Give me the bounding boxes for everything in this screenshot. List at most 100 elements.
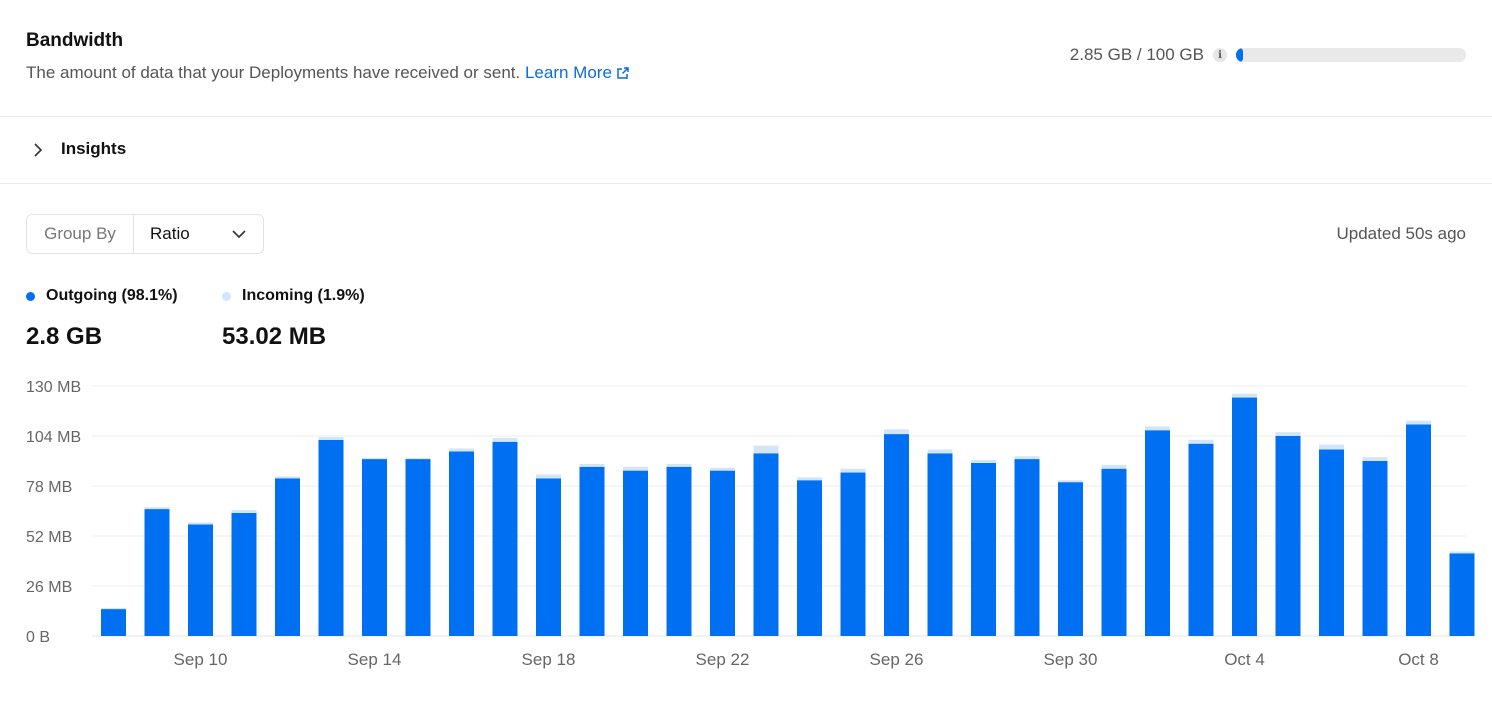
group-by-select[interactable]: Ratio <box>134 215 263 253</box>
y-tick-label: 78 MB <box>26 479 72 496</box>
y-tick-label: 130 MB <box>26 379 81 396</box>
insights-label: Insights <box>61 139 127 158</box>
y-tick-label: 0 B <box>26 629 50 646</box>
outgoing-label: Outgoing (98.1%) <box>46 287 178 304</box>
bar-incoming <box>405 458 431 460</box>
chevron-right-icon <box>34 143 43 157</box>
bar-incoming <box>666 463 692 467</box>
bar-incoming <box>1101 464 1127 469</box>
bar-outgoing <box>753 453 779 636</box>
external-link-icon <box>617 67 629 79</box>
bar-incoming <box>579 463 605 467</box>
x-tick-label: Oct 8 <box>1398 650 1439 669</box>
x-tick-label: Sep 26 <box>870 650 924 669</box>
bar-outgoing <box>362 459 387 636</box>
bar-outgoing <box>579 466 605 636</box>
bar-outgoing <box>840 472 866 636</box>
bar-outgoing <box>1188 443 1214 636</box>
learn-more-link[interactable]: Learn More <box>525 63 630 82</box>
bar-outgoing <box>318 439 344 636</box>
bar-incoming <box>1362 457 1388 461</box>
incoming-dot-icon <box>222 291 231 301</box>
info-icon[interactable]: i <box>1213 48 1227 62</box>
bar-incoming <box>884 429 909 435</box>
bar-incoming <box>971 460 996 463</box>
updated-timestamp: Updated 50s ago <box>1336 224 1467 243</box>
bar-outgoing <box>492 441 518 636</box>
bar-incoming <box>1014 456 1040 460</box>
y-tick-label: 26 MB <box>26 579 72 596</box>
usage-progress-fill <box>1236 48 1243 62</box>
bar-incoming <box>318 436 344 440</box>
usage-progress-bar <box>1236 48 1466 62</box>
bar-incoming <box>753 445 779 454</box>
bar-incoming <box>1232 393 1257 398</box>
bar-incoming <box>623 466 648 471</box>
bar-outgoing <box>1014 459 1040 636</box>
chevron-down-icon <box>232 230 246 239</box>
group-by-label: Group By <box>27 215 134 253</box>
x-tick-label: Sep 14 <box>348 650 402 669</box>
bar-outgoing <box>1406 424 1431 636</box>
bar-outgoing <box>1362 461 1388 636</box>
bar-outgoing <box>1275 436 1301 636</box>
bar-outgoing <box>797 480 822 636</box>
group-by-control: Group By Ratio <box>26 214 264 254</box>
x-tick-label: Sep 30 <box>1044 650 1098 669</box>
bar-outgoing <box>666 466 692 636</box>
bar-outgoing <box>144 509 170 636</box>
bar-incoming <box>101 608 126 610</box>
bar-incoming <box>188 522 213 525</box>
bar-outgoing <box>275 478 300 636</box>
bar-incoming <box>1145 426 1170 431</box>
bar-outgoing <box>971 462 996 636</box>
y-tick-label: 104 MB <box>26 429 81 446</box>
bar-incoming <box>927 449 953 454</box>
bar-incoming <box>1449 551 1475 554</box>
x-tick-label: Sep 10 <box>174 650 228 669</box>
bar-incoming <box>1319 444 1344 450</box>
bar-outgoing <box>1058 482 1083 636</box>
bar-outgoing <box>710 470 735 636</box>
bar-outgoing <box>1232 397 1257 636</box>
bar-outgoing <box>1449 553 1475 636</box>
bandwidth-description: The amount of data that your Deployments… <box>26 63 630 83</box>
bar-incoming <box>275 476 300 479</box>
bar-outgoing <box>927 453 953 636</box>
bar-incoming <box>1406 420 1431 425</box>
bar-incoming <box>144 507 170 510</box>
learn-more-label: Learn More <box>524 63 612 82</box>
x-tick-label: Sep 22 <box>696 650 750 669</box>
bar-incoming <box>231 510 257 513</box>
legend-incoming: Incoming (1.9%) 53.02 MB <box>222 287 365 351</box>
bar-outgoing <box>101 609 126 636</box>
bar-incoming <box>492 437 518 442</box>
incoming-label: Incoming (1.9%) <box>242 287 365 304</box>
bandwidth-chart: 0 B 26 MB 52 MB 78 MB 104 MB 130 MB Sep 10 Sep … <box>26 379 1475 669</box>
x-tick-label: Oct 4 <box>1224 650 1265 669</box>
x-tick-label: Sep 18 <box>522 650 576 669</box>
bar-outgoing <box>1101 468 1127 636</box>
bar-incoming <box>797 477 822 481</box>
bar-incoming <box>362 458 387 460</box>
bar-outgoing <box>1145 430 1170 636</box>
bar-outgoing <box>884 434 909 636</box>
y-tick-label: 52 MB <box>26 529 72 546</box>
group-by-value: Ratio <box>150 224 190 243</box>
bandwidth-header: Bandwidth The amount of data that your D… <box>0 0 1492 117</box>
page-title: Bandwidth <box>26 30 124 51</box>
incoming-value: 53.02 MB <box>222 323 327 350</box>
bar-outgoing <box>536 478 561 636</box>
outgoing-dot-icon <box>26 291 35 301</box>
bar-outgoing <box>188 524 213 636</box>
bar-outgoing <box>623 470 648 636</box>
bar-incoming <box>710 467 735 471</box>
bar-incoming <box>536 474 561 479</box>
bar-outgoing <box>1319 449 1344 636</box>
bar-incoming <box>1188 439 1214 444</box>
legend-outgoing: Outgoing (98.1%) 2.8 GB <box>26 287 178 351</box>
bar-incoming <box>1275 432 1301 436</box>
bar-incoming <box>840 468 866 473</box>
insights-toggle[interactable]: Insights <box>0 117 1492 184</box>
usage-text: 2.85 GB / 100 GB <box>1069 45 1204 64</box>
